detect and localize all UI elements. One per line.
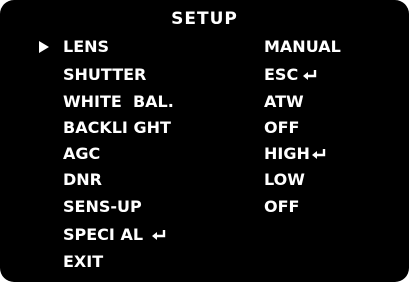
menu-item-value-wrap: ESC	[264, 63, 318, 87]
menu-item-label: SPECI AL	[63, 225, 144, 244]
menu-item-value: MANUAL	[264, 37, 341, 56]
menu-item-label-wrap: SPECI AL	[63, 223, 167, 247]
menu-item-label: BACKLI GHT	[63, 118, 171, 137]
enter-icon	[302, 69, 318, 81]
menu-item-value: LOW	[264, 170, 305, 189]
menu-item-value: ATW	[264, 92, 304, 111]
menu-item-shutter[interactable]: SHUTTER ESC	[0, 63, 409, 87]
menu-item-special[interactable]: SPECI AL	[0, 223, 409, 247]
menu-item-white-bal[interactable]: WHITE BAL. ATW	[0, 90, 409, 114]
menu-item-exit[interactable]: EXIT	[0, 250, 409, 274]
menu-item-value: ESC	[264, 65, 299, 84]
menu-item-value: HIGH	[264, 144, 310, 163]
menu-item-label: EXIT	[63, 252, 104, 271]
menu-item-agc[interactable]: AGC HIGH	[0, 142, 409, 166]
menu-item-value: OFF	[264, 197, 300, 216]
menu-item-dnr[interactable]: DNR LOW	[0, 168, 409, 192]
menu-item-label: LENS	[63, 37, 110, 56]
menu-item-value: OFF	[264, 118, 300, 137]
setup-menu: LENS MANUAL SHUTTER ESC WHITE BAL. ATW B…	[0, 0, 409, 282]
menu-item-lens[interactable]: LENS MANUAL	[0, 35, 409, 59]
menu-item-label: AGC	[63, 144, 101, 163]
menu-item-value-wrap: HIGH	[264, 142, 327, 166]
menu-item-label: WHITE BAL.	[63, 92, 174, 111]
enter-icon	[151, 229, 167, 241]
enter-icon	[311, 148, 327, 160]
menu-item-label: DNR	[63, 170, 102, 189]
osd-screen: SETUP LENS MANUAL SHUTTER ESC WHITE BAL.…	[0, 0, 409, 282]
menu-item-backlight[interactable]: BACKLI GHT OFF	[0, 116, 409, 140]
menu-item-label: SENS-UP	[63, 197, 142, 216]
cursor-arrow-icon	[39, 41, 49, 53]
menu-item-sens-up[interactable]: SENS-UP OFF	[0, 195, 409, 219]
menu-item-label: SHUTTER	[63, 65, 147, 84]
